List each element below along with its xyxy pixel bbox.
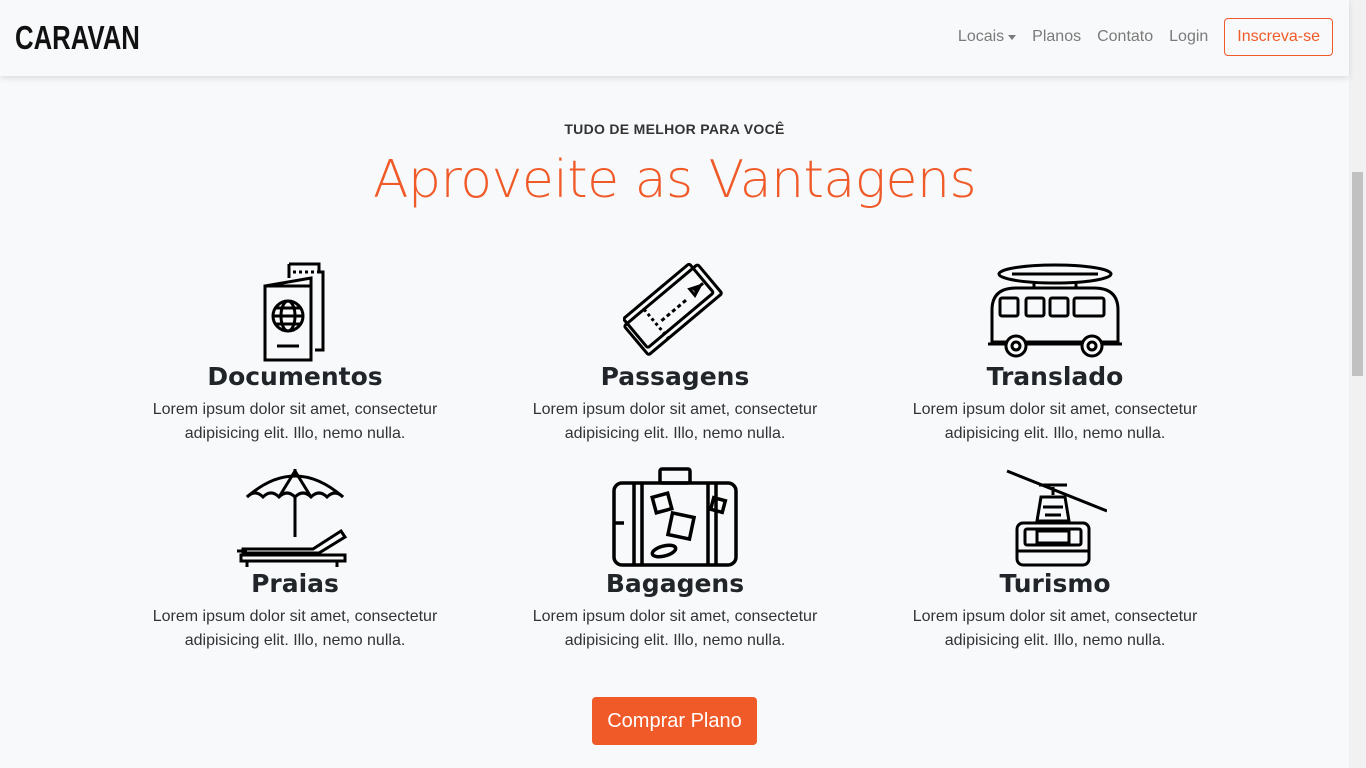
feature-title: Bagagens (605, 569, 745, 598)
nav-planos[interactable]: Planos (1032, 28, 1081, 46)
feature-text: Lorem ipsum dolor sit amet, consectetur … (912, 608, 1198, 649)
ticket-icon (515, 260, 835, 362)
nav-locais-label: Locais (957, 28, 1005, 45)
feature-title: Praias (251, 569, 339, 598)
nav-login[interactable]: Login (1169, 28, 1208, 46)
nav-locais-dropdown[interactable]: Locais (957, 28, 1017, 46)
cable-car-icon (895, 467, 1215, 569)
feature-passagens: Passagens Lorem ipsum dolor sit amet, co… (515, 260, 835, 446)
feature-praias: Praias Lorem ipsum dolor sit amet, conse… (135, 467, 455, 653)
scrollbar-thumb[interactable] (1352, 172, 1363, 376)
page-scrollbar[interactable] (1349, 0, 1366, 768)
navbar: CARAVAN Locais Planos Contato Login Insc… (0, 0, 1349, 76)
beach-umbrella-icon (135, 467, 455, 569)
feature-text: Lorem ipsum dolor sit amet, consectetur … (532, 401, 818, 442)
caret-down-icon (1008, 34, 1017, 40)
brand-logo[interactable]: CARAVAN (15, 14, 140, 62)
feature-turismo: Turismo Lorem ipsum dolor sit amet, cons… (895, 467, 1215, 653)
section-title: Aproveite as Vantagens (372, 150, 977, 210)
nav-contato[interactable]: Contato (1097, 28, 1153, 46)
feature-documentos: Documentos Lorem ipsum dolor sit amet, c… (135, 260, 455, 446)
buy-plan-button[interactable]: Comprar Plano (592, 697, 757, 745)
nav-links: Locais Planos Contato Login Inscreva-se (958, 18, 1333, 56)
section-eyebrow: TUDO DE MELHOR PARA VOCÊ (564, 121, 785, 137)
feature-text: Lorem ipsum dolor sit amet, consectetur … (912, 401, 1198, 442)
feature-title: Passagens (600, 362, 750, 391)
feature-title: Translado (986, 362, 1124, 391)
feature-text: Lorem ipsum dolor sit amet, consectetur … (532, 608, 818, 649)
feature-title: Turismo (999, 569, 1111, 598)
feature-bagagens: Bagagens Lorem ipsum dolor sit amet, con… (515, 467, 835, 653)
feature-text: Lorem ipsum dolor sit amet, consectetur … (152, 608, 438, 649)
signup-button[interactable]: Inscreva-se (1224, 18, 1333, 56)
passport-icon (135, 260, 455, 362)
suitcase-icon (515, 467, 835, 569)
feature-text: Lorem ipsum dolor sit amet, consectetur … (152, 401, 438, 442)
van-icon (895, 260, 1215, 362)
feature-translado: Translado Lorem ipsum dolor sit amet, co… (895, 260, 1215, 446)
feature-title: Documentos (207, 362, 383, 391)
